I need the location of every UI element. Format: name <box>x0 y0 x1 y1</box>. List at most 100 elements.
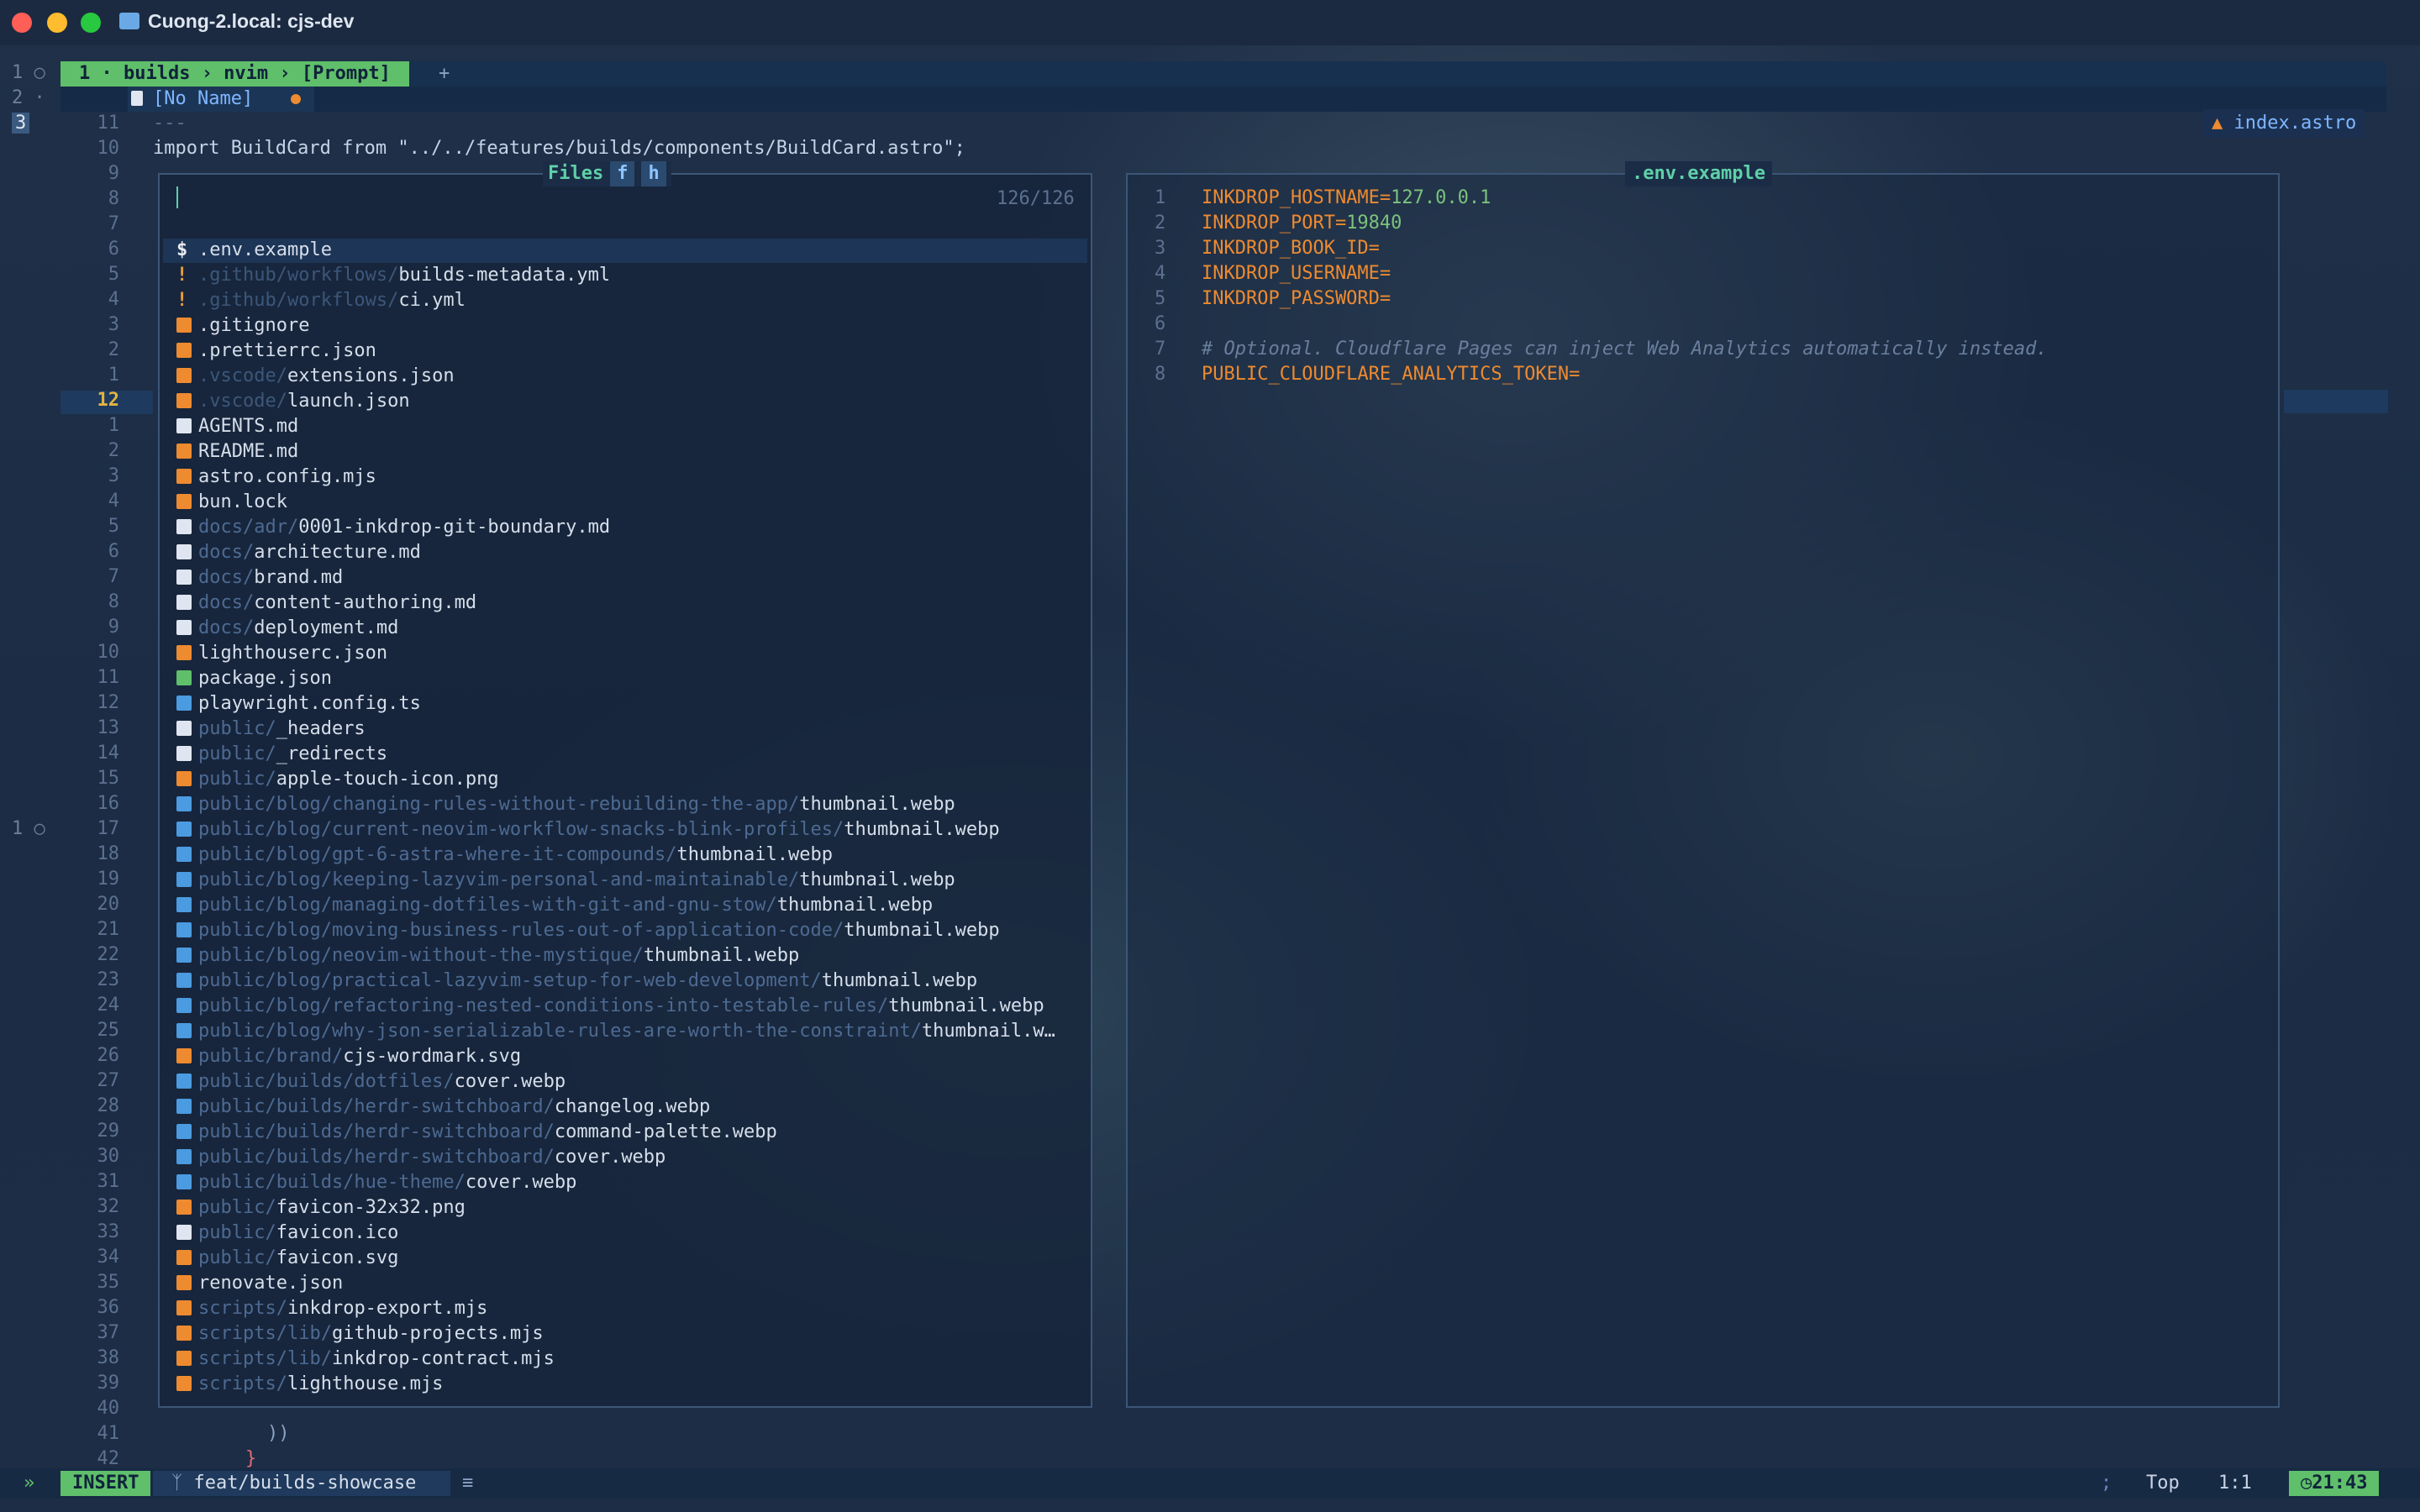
picker-item[interactable]: AGENTS.md <box>176 414 298 439</box>
node-file-icon <box>176 670 192 685</box>
picker-item[interactable]: public/blog/neovim-without-the-mystique/… <box>176 943 799 969</box>
png-file-icon <box>176 1200 192 1215</box>
line-number: 1 <box>108 415 119 436</box>
picker-item[interactable]: public/blog/managing-dotfiles-with-git-a… <box>176 893 933 918</box>
picker-item[interactable]: ! .github/workflows/ci.yml <box>176 288 466 313</box>
picker-item[interactable]: public/blog/why-json-serializable-rules-… <box>176 1019 1055 1044</box>
item-dir: public/builds/herdr-switchboard/ <box>198 1096 555 1117</box>
img-file-icon <box>176 872 192 887</box>
picker-item[interactable]: astro.config.mjs <box>176 465 376 490</box>
item-dir: scripts/lib/ <box>198 1323 332 1344</box>
preview-line-number: 4 <box>1155 263 1166 284</box>
picker-item[interactable]: scripts/lib/github-projects.mjs <box>176 1321 544 1347</box>
item-dir: public/blog/managing-dotfiles-with-git-a… <box>198 895 777 916</box>
picker-item[interactable]: scripts/lighthouse.mjs <box>176 1372 443 1397</box>
picker-item[interactable]: public/favicon-32x32.png <box>176 1195 466 1221</box>
picker-item[interactable]: public/builds/herdr-switchboard/command-… <box>176 1120 777 1145</box>
picker-item[interactable]: playwright.config.ts <box>176 691 421 717</box>
picker-item[interactable]: public/_headers <box>176 717 366 742</box>
picker-item[interactable]: lighthouserc.json <box>176 641 387 666</box>
winbar-file[interactable]: ▲ index.astro <box>2203 109 2365 138</box>
line-number: 9 <box>108 617 119 638</box>
line-number: 8 <box>108 591 119 612</box>
picker-item[interactable]: public/blog/moving-business-rules-out-of… <box>176 918 1000 943</box>
line-number: 11 <box>97 113 120 134</box>
window-title: Cuong-2.local: cjs-dev <box>148 10 355 32</box>
picker-item[interactable]: $ .env.example <box>176 238 332 263</box>
item-name: package.json <box>198 668 332 689</box>
picker-item[interactable]: public/blog/gpt-6-astra-where-it-compoun… <box>176 843 833 868</box>
picker-item[interactable]: ! .github/workflows/builds-metadata.yml <box>176 263 610 288</box>
json-file-icon <box>176 494 192 509</box>
picker-item[interactable]: package.json <box>176 666 332 691</box>
picker-item[interactable]: public/blog/keeping-lazyvim-personal-and… <box>176 868 955 893</box>
picker-search-input[interactable] <box>176 186 178 208</box>
buffer-tabline <box>60 87 2386 112</box>
picker-item[interactable]: .prettierrc.json <box>176 339 376 364</box>
line-number: 27 <box>97 1070 120 1091</box>
item-name: favicon.ico <box>276 1222 399 1243</box>
picker-item[interactable]: public/blog/practical-lazyvim-setup-for-… <box>176 969 977 994</box>
picker-item[interactable]: public/blog/refactoring-nested-condition… <box>176 994 1044 1019</box>
pane-indicator-1[interactable]: 1 ○ <box>12 62 45 83</box>
picker-item[interactable]: public/brand/cjs-wordmark.svg <box>176 1044 521 1069</box>
item-name: bun.lock <box>198 491 287 512</box>
picker-item[interactable]: scripts/lib/inkdrop-contract.mjs <box>176 1347 555 1372</box>
line-number: 5 <box>108 264 119 285</box>
picker-item[interactable]: docs/deployment.md <box>176 616 398 641</box>
pane-indicator-2[interactable]: 2 · <box>12 87 45 108</box>
picker-item[interactable]: public/builds/hue-theme/cover.webp <box>176 1170 576 1195</box>
pane-indicator-lower[interactable]: 1 ○ <box>12 818 45 839</box>
scrollbar-thumb[interactable] <box>2284 390 2388 413</box>
zoom-window-button[interactable] <box>81 13 101 33</box>
picker-item[interactable]: docs/adr/0001-inkdrop-git-boundary.md <box>176 515 610 540</box>
item-dir: scripts/lib/ <box>198 1348 332 1369</box>
key-f-badge[interactable]: f <box>610 161 635 186</box>
item-name: apple-touch-icon.png <box>276 769 499 790</box>
picker-item[interactable]: bun.lock <box>176 490 287 515</box>
picker-item[interactable]: public/builds/dotfiles/cover.webp <box>176 1069 566 1095</box>
key-h-badge[interactable]: h <box>641 161 666 186</box>
picker-item[interactable]: public/favicon.svg <box>176 1246 398 1271</box>
line-number: 2 <box>108 339 119 360</box>
pane-indicator-3[interactable]: 3 <box>12 113 30 134</box>
item-name: extensions.json <box>287 365 455 386</box>
tmux-window-tab[interactable]: 1 · builds › nvim › [Prompt] <box>60 61 409 87</box>
picker-item[interactable]: docs/architecture.md <box>176 540 421 565</box>
close-window-button[interactable] <box>12 13 32 33</box>
picker-item[interactable]: .vscode/launch.json <box>176 389 410 414</box>
item-dir: docs/ <box>198 567 255 588</box>
line-number: 14 <box>97 743 120 764</box>
buffer-tab[interactable]: [No Name] <box>128 87 314 112</box>
img-file-icon <box>176 1074 192 1089</box>
clock-icon: ◷ <box>2301 1473 2312 1494</box>
item-name: .prettierrc.json <box>198 340 376 361</box>
picker-item[interactable]: docs/content-authoring.md <box>176 591 476 616</box>
picker-item[interactable]: docs/brand.md <box>176 565 343 591</box>
picker-item[interactable]: public/favicon.ico <box>176 1221 398 1246</box>
item-name: github-projects.mjs <box>331 1323 544 1344</box>
img-file-icon <box>176 948 192 963</box>
picker-item[interactable]: .gitignore <box>176 313 309 339</box>
js-file-icon <box>176 469 192 484</box>
item-name: AGENTS.md <box>198 416 299 437</box>
tmux-status-bar <box>60 61 2386 87</box>
json-file-icon <box>176 343 192 358</box>
picker-item[interactable]: .vscode/extensions.json <box>176 364 455 389</box>
item-dir: public/builds/herdr-switchboard/ <box>198 1147 555 1168</box>
picker-item[interactable]: public/_redirects <box>176 742 387 767</box>
picker-item[interactable]: renovate.json <box>176 1271 343 1296</box>
picker-item[interactable]: public/builds/herdr-switchboard/cover.we… <box>176 1145 666 1170</box>
picker-item[interactable]: README.md <box>176 439 298 465</box>
minimize-window-button[interactable] <box>47 13 67 33</box>
picker-item[interactable]: public/blog/changing-rules-without-rebui… <box>176 792 955 817</box>
item-dir: public/blog/keeping-lazyvim-personal-and… <box>198 869 800 890</box>
line-number: 5 <box>108 516 119 537</box>
picker-item[interactable]: public/blog/current-neovim-workflow-snac… <box>176 817 1000 843</box>
item-dir: .vscode/ <box>198 365 287 386</box>
picker-item[interactable]: public/builds/herdr-switchboard/changelo… <box>176 1095 710 1120</box>
picker-item[interactable]: public/apple-touch-icon.png <box>176 767 499 792</box>
git-branch[interactable]: ᛉ feat/builds-showcase <box>153 1471 450 1496</box>
tmux-new-tab-button[interactable]: + <box>439 61 450 87</box>
picker-item[interactable]: scripts/inkdrop-export.mjs <box>176 1296 487 1321</box>
